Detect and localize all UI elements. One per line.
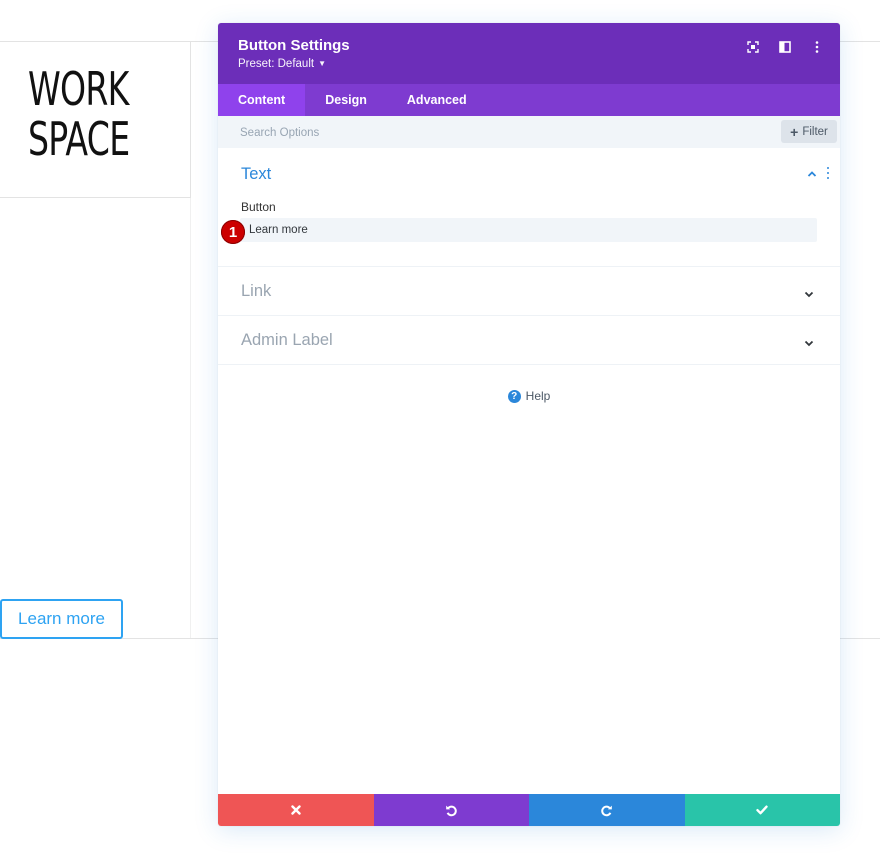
preset-label: Preset: Default bbox=[238, 58, 315, 70]
more-vertical-icon[interactable] bbox=[808, 38, 826, 56]
plus-icon: + bbox=[790, 123, 799, 140]
settings-tabs: Content Design Advanced bbox=[218, 84, 840, 116]
chevron-down-icon[interactable] bbox=[803, 336, 815, 348]
split-view-icon[interactable] bbox=[776, 38, 794, 56]
close-icon bbox=[291, 805, 301, 815]
logo-line-2: SPACE bbox=[28, 112, 130, 166]
help-icon: ? bbox=[507, 389, 521, 403]
link-group-title[interactable]: Link bbox=[241, 282, 271, 301]
preset-selector[interactable]: Preset: Default ▼ bbox=[238, 58, 326, 70]
column-divider bbox=[190, 198, 191, 638]
text-options-group: Text Button 1 bbox=[218, 148, 840, 267]
search-options-input[interactable] bbox=[240, 124, 640, 142]
button-text-label: Button bbox=[241, 200, 276, 214]
text-group-title[interactable]: Text bbox=[241, 165, 271, 184]
caret-down-icon: ▼ bbox=[318, 59, 326, 69]
button-settings-modal: Button Settings Preset: Default ▼ Conten… bbox=[218, 23, 840, 826]
step-marker-badge: 1 bbox=[221, 220, 245, 244]
cancel-button[interactable] bbox=[218, 794, 374, 826]
focus-icon[interactable] bbox=[744, 38, 762, 56]
link-options-group[interactable]: Link bbox=[218, 267, 840, 316]
search-bar: + Filter bbox=[218, 116, 840, 148]
group-menu-icon[interactable] bbox=[824, 167, 832, 179]
redo-icon bbox=[601, 805, 613, 816]
button-text-input[interactable] bbox=[240, 218, 817, 242]
redo-button[interactable] bbox=[529, 794, 685, 826]
undo-icon bbox=[445, 805, 457, 816]
tab-design[interactable]: Design bbox=[305, 84, 387, 116]
help-link[interactable]: ? Help bbox=[218, 389, 840, 403]
tab-content[interactable]: Content bbox=[218, 84, 306, 116]
logo-line-1: WORK bbox=[28, 62, 129, 116]
undo-button[interactable] bbox=[373, 794, 529, 826]
filter-button[interactable]: + Filter bbox=[781, 120, 837, 143]
check-icon bbox=[756, 805, 768, 815]
chevron-up-icon[interactable] bbox=[806, 167, 818, 179]
filter-label: Filter bbox=[802, 125, 828, 138]
chevron-down-icon[interactable] bbox=[803, 287, 815, 299]
admin-label-group-title[interactable]: Admin Label bbox=[241, 331, 333, 350]
save-button[interactable] bbox=[684, 794, 840, 826]
modal-title: Button Settings bbox=[238, 37, 350, 54]
learn-more-button[interactable]: Learn more bbox=[0, 599, 123, 639]
modal-footer bbox=[218, 794, 840, 826]
workspace-logo: WORK SPACE bbox=[28, 64, 136, 164]
help-label: Help bbox=[525, 389, 551, 403]
tab-advanced[interactable]: Advanced bbox=[387, 84, 487, 116]
header-actions bbox=[744, 38, 826, 56]
admin-label-options-group[interactable]: Admin Label bbox=[218, 316, 840, 365]
modal-header: Button Settings Preset: Default ▼ bbox=[218, 23, 840, 84]
